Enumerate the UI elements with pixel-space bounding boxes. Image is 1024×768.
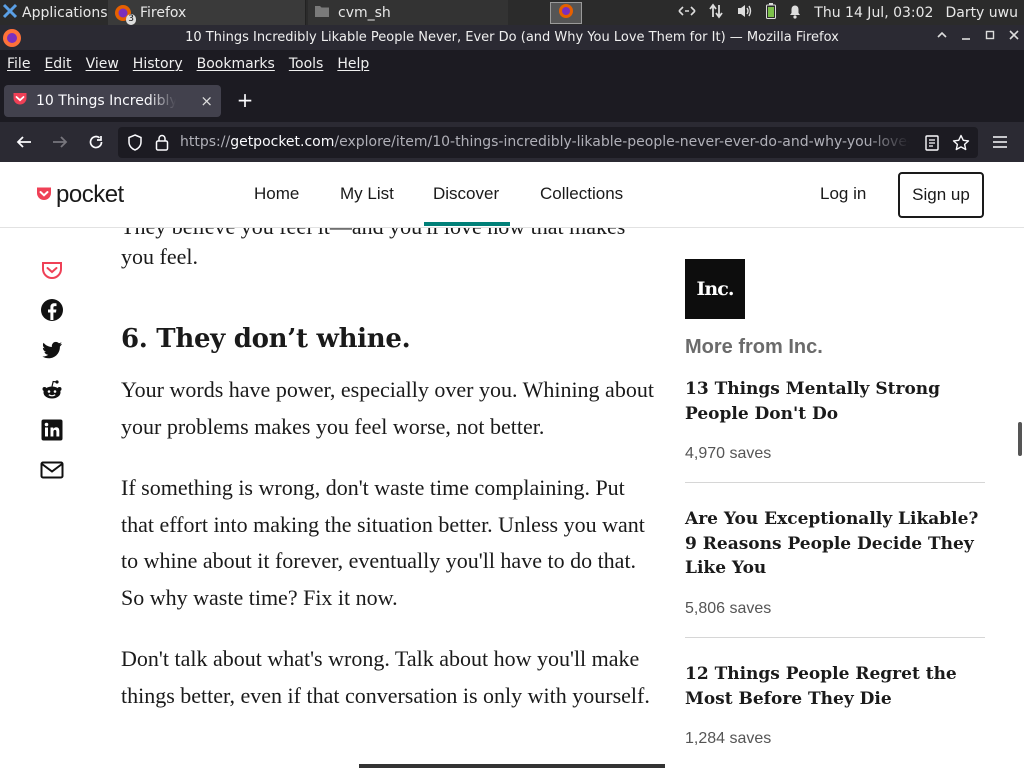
window-title: 10 Things Incredibly Likable People Neve…	[185, 30, 839, 45]
recommendation-title[interactable]: 13 Things Mentally Strong People Don't D…	[685, 377, 985, 426]
nav-my-list[interactable]: My List	[340, 184, 394, 204]
browser-tab[interactable]: 10 Things Incredibly Likable People Neve…	[4, 85, 221, 117]
article-paragraph: Your words have power, especially over y…	[121, 377, 654, 439]
save-count: 1,284 saves	[685, 730, 772, 747]
signup-button[interactable]: Sign up	[898, 172, 984, 218]
reddit-icon[interactable]	[40, 378, 64, 402]
recommendation-item[interactable]: 13 Things Mentally Strong People Don't D…	[685, 377, 985, 462]
web-page: They believe you feel it—and you'll love…	[0, 162, 1024, 768]
window-count-badge: 3	[126, 13, 136, 25]
tracking-shield-icon[interactable]	[127, 134, 143, 155]
more-from-heading: More from Inc.	[685, 336, 823, 358]
maximize-up-icon[interactable]	[936, 29, 948, 45]
recommendation-title[interactable]: 12 Things People Regret the Most Before …	[685, 662, 985, 711]
menu-file[interactable]: File	[7, 56, 30, 72]
menu-view[interactable]: View	[86, 56, 119, 72]
save-count: 5,806 saves	[685, 600, 772, 617]
restore-icon[interactable]	[984, 29, 996, 45]
back-arrow-icon[interactable]	[14, 132, 34, 152]
menu-help[interactable]: Help	[337, 56, 369, 72]
close-icon[interactable]	[1008, 29, 1020, 45]
bookmark-star-icon[interactable]	[952, 134, 970, 155]
window-titlebar: 10 Things Incredibly Likable People Neve…	[0, 25, 1024, 50]
clock[interactable]: Thu 14 Jul, 03:02	[814, 5, 933, 21]
pocket-logo-icon	[36, 186, 52, 205]
recommendation-item[interactable]: Are You Exceptionally Likable? 9 Reasons…	[685, 507, 985, 617]
reload-icon[interactable]	[86, 132, 106, 152]
pocket-logo[interactable]: pocket	[36, 181, 124, 209]
login-link[interactable]: Log in	[820, 184, 866, 204]
notification-bell-icon[interactable]	[788, 3, 802, 23]
divider	[685, 482, 985, 483]
new-tab-button[interactable]: +	[234, 89, 256, 111]
battery-icon[interactable]	[766, 2, 777, 23]
reading-progress-bar	[359, 764, 665, 768]
taskbar-terminal[interactable]: cvm_sh	[308, 0, 508, 25]
tab-title: 10 Things Incredibly Likable People Neve…	[36, 93, 176, 109]
linkedin-icon[interactable]	[40, 418, 64, 442]
article-text-partial: you feel.	[121, 244, 198, 269]
menu-edit[interactable]: Edit	[44, 56, 71, 72]
network-arrows-icon[interactable]	[678, 5, 696, 21]
taskbar-firefox[interactable]: 3 Firefox	[108, 0, 306, 25]
menu-tools[interactable]: Tools	[289, 56, 324, 72]
nav-discover[interactable]: Discover	[433, 184, 499, 204]
publisher-logo[interactable]: Inc.	[685, 259, 745, 319]
section-heading: 6. They don’t whine.	[121, 324, 411, 354]
menu-bookmarks[interactable]: Bookmarks	[197, 56, 275, 72]
taskbar-firefox-active[interactable]	[548, 0, 584, 25]
facebook-icon[interactable]	[40, 298, 64, 322]
tab-close-icon[interactable]: ×	[200, 92, 213, 110]
applications-menu[interactable]: Applications	[0, 3, 108, 23]
pocket-favicon-icon	[12, 91, 28, 111]
save-count: 4,970 saves	[685, 445, 772, 462]
user-menu[interactable]: Darty uwu	[945, 5, 1018, 21]
nav-home[interactable]: Home	[254, 184, 299, 204]
article-paragraph: If something is wrong, don't waste time …	[121, 475, 645, 611]
firefox-icon	[2, 28, 22, 52]
article-paragraph: Don't talk about what's wrong. Talk abou…	[121, 646, 650, 708]
reader-view-icon[interactable]	[925, 135, 939, 155]
tab-strip: 10 Things Incredibly Likable People Neve…	[0, 77, 1024, 122]
padlock-icon[interactable]	[155, 134, 169, 155]
url-bar[interactable]: https://getpocket.com/explore/item/10-th…	[118, 127, 978, 158]
firefox-icon	[558, 3, 574, 23]
save-to-pocket-icon[interactable]	[40, 258, 64, 282]
twitter-icon[interactable]	[40, 338, 64, 362]
email-icon[interactable]	[40, 458, 64, 482]
pocket-logo-text: pocket	[56, 181, 124, 208]
menu-bar: File Edit View History Bookmarks Tools H…	[0, 50, 1024, 77]
forward-arrow-icon[interactable]	[50, 132, 70, 152]
folder-icon	[314, 4, 330, 22]
xfce-icon	[2, 3, 18, 23]
active-nav-indicator	[424, 222, 510, 226]
firefox-icon: 3	[114, 4, 136, 25]
minimize-icon[interactable]	[960, 29, 972, 45]
system-taskbar: Applications 3 Firefox cvm_sh Thu 14 Jul…	[0, 0, 1024, 25]
hamburger-menu-icon[interactable]	[990, 132, 1010, 152]
divider	[685, 637, 985, 638]
menu-history[interactable]: History	[133, 56, 183, 72]
volume-icon[interactable]	[736, 3, 754, 23]
page-scrollbar[interactable]	[1018, 422, 1022, 456]
site-header: pocket Home My List Discover Collections…	[0, 162, 1024, 228]
network-transfer-icon[interactable]	[708, 2, 724, 23]
url-text[interactable]: https://getpocket.com/explore/item/10-th…	[180, 134, 910, 150]
navigation-toolbar: https://getpocket.com/explore/item/10-th…	[0, 122, 1024, 162]
recommendation-item[interactable]: 12 Things People Regret the Most Before …	[685, 662, 985, 747]
nav-collections[interactable]: Collections	[540, 184, 623, 204]
recommendation-title[interactable]: Are You Exceptionally Likable? 9 Reasons…	[685, 507, 985, 581]
